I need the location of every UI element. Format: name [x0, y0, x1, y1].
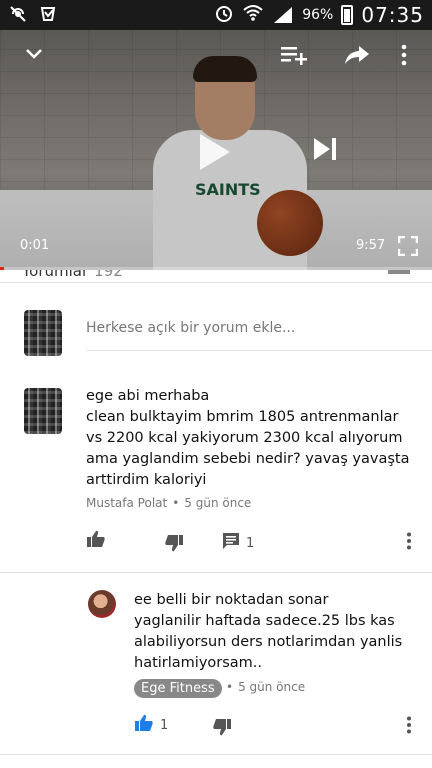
my-avatar	[24, 310, 62, 356]
like-button[interactable]	[86, 530, 106, 552]
battery-icon	[341, 5, 354, 25]
comment-time: 5 gün önce	[184, 496, 252, 510]
clock: 07:35	[361, 3, 424, 27]
skip-next-icon[interactable]	[312, 136, 338, 166]
duration: 9:57	[356, 238, 386, 253]
reply-time: 5 gün önce	[238, 680, 306, 694]
video-progress-fill	[0, 267, 5, 270]
video-progress-bar[interactable]	[0, 267, 432, 270]
add-comment-input[interactable]: Herkese açık bir yorum ekle...	[86, 320, 295, 336]
chevron-down-icon[interactable]	[24, 44, 44, 68]
status-bar: 96% 07:35	[0, 0, 432, 30]
more-icon[interactable]	[400, 44, 408, 70]
video-player[interactable]: SAINTS 0:01 9:57	[0, 30, 432, 270]
channel-owner-badge[interactable]: Ege Fitness	[134, 679, 222, 698]
reply-avatar[interactable]	[88, 590, 116, 618]
play-icon[interactable]	[196, 132, 232, 176]
mute-icon	[8, 4, 28, 29]
comment-icon	[222, 532, 240, 554]
thumbs-down-icon	[212, 718, 232, 740]
reply-more-icon[interactable]	[406, 716, 412, 734]
battery-percent: 96%	[302, 7, 334, 23]
thumbs-down-icon	[164, 534, 184, 556]
add-to-queue-icon[interactable]	[280, 44, 308, 70]
current-time: 0:01	[20, 238, 50, 253]
wifi-icon	[242, 3, 264, 27]
comment-text: ege abi merhaba clean bulktayim bmrim 18…	[86, 388, 410, 488]
signal-icon	[272, 6, 294, 24]
share-icon[interactable]	[344, 44, 370, 70]
fullscreen-icon[interactable]	[397, 235, 419, 260]
commenter-avatar[interactable]	[24, 388, 62, 434]
reply-count-button[interactable]: 1	[222, 532, 254, 554]
comment-meta: Mustafa Polat • 5 gün önce	[86, 496, 252, 510]
reply-count: 1	[246, 535, 255, 551]
comment-author[interactable]: Mustafa Polat	[86, 496, 167, 510]
sort-icon[interactable]	[388, 270, 410, 274]
alarm-icon	[214, 3, 234, 27]
thumbs-up-icon	[134, 714, 154, 736]
reply-like-button[interactable]: 1	[134, 714, 168, 736]
comment-more-icon[interactable]	[406, 532, 412, 550]
dislike-button[interactable]	[164, 534, 184, 556]
reply-meta: • 5 gün önce	[226, 680, 306, 694]
thumbs-up-icon	[86, 530, 106, 552]
reply-like-count: 1	[160, 717, 169, 733]
reply-dislike-button[interactable]	[212, 718, 232, 740]
reply-text: ee belli bir noktadan sonar yaglanilir h…	[134, 592, 403, 671]
notification-icon	[38, 4, 58, 29]
